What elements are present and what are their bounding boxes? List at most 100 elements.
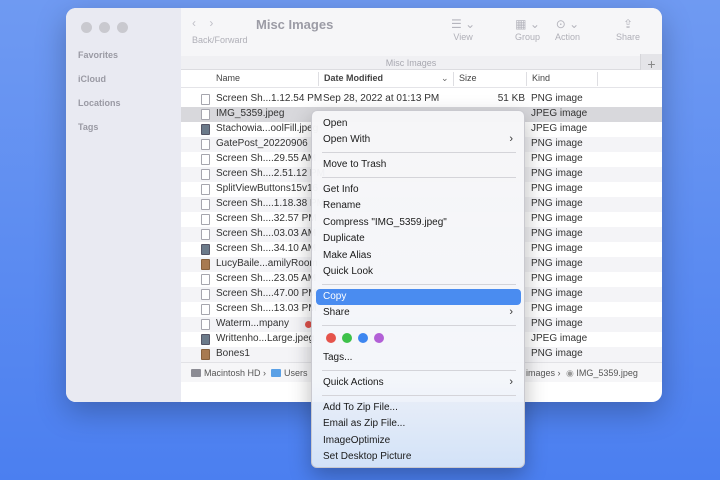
sidebar-section-locations[interactable]: Locations (78, 98, 121, 108)
menu-label: Rename (323, 200, 361, 211)
file-name: Screen Sh....1.18.38 PM (216, 198, 325, 209)
share-icon: ⇪ (622, 17, 634, 31)
file-icon (201, 199, 210, 210)
menu-item-get-info[interactable]: Get Info (316, 182, 521, 198)
sidebar-section-icloud[interactable]: iCloud (78, 74, 106, 84)
sidebar-section-favorites[interactable]: Favorites (78, 50, 118, 60)
tab-misc-images[interactable]: Misc Images (181, 58, 641, 68)
file-icon (201, 124, 210, 135)
menu-item-open[interactable]: Open (316, 116, 521, 132)
action-button[interactable]: ⊙ ⌄ Action (555, 16, 580, 42)
back-forward-label: Back/Forward (192, 35, 248, 45)
menu-separator (322, 152, 516, 153)
menu-item-set-desktop-picture[interactable]: Set Desktop Picture (316, 449, 521, 465)
path-item-users[interactable]: Users (271, 368, 308, 378)
menu-item-make-alias[interactable]: Make Alias (316, 248, 521, 264)
column-divider[interactable] (597, 72, 598, 86)
menu-item-share[interactable]: Share › (316, 305, 521, 321)
file-icon (201, 274, 210, 285)
zoom-button[interactable] (117, 22, 128, 33)
blue-tag-icon[interactable] (358, 333, 368, 343)
column-header-kind[interactable]: Kind (532, 73, 550, 83)
menu-item-compress[interactable]: Compress "IMG_5359.jpeg" (316, 215, 521, 231)
file-date: Sep 28, 2022 at 01:13 PM (323, 93, 440, 104)
folder-icon (271, 369, 281, 377)
menu-label: Open With (323, 134, 371, 145)
column-divider[interactable] (526, 72, 527, 86)
column-divider[interactable] (318, 72, 319, 86)
menu-label: Move to Trash (323, 159, 387, 170)
file-name: Screen Sh....34.10 AM (216, 243, 317, 254)
file-kind: JPEG image (531, 333, 588, 344)
file-icon (201, 94, 210, 105)
chevron-right-icon: › (509, 133, 513, 145)
file-kind: PNG image (531, 93, 583, 104)
file-name: Waterm...mpany (216, 318, 289, 329)
file-icon: ◉ (566, 368, 574, 378)
file-icon (201, 259, 210, 270)
file-kind: PNG image (531, 318, 583, 329)
group-icon: ▦ ⌄ (515, 17, 540, 31)
sidebar-section-tags[interactable]: Tags (78, 122, 98, 132)
share-button[interactable]: ⇪ Share (616, 16, 640, 42)
file-kind: PNG image (531, 183, 583, 194)
path-item-file[interactable]: ◉ IMG_5359.jpeg (566, 368, 638, 379)
file-name: Screen Sh....47.00 PM (216, 288, 317, 299)
file-name: Screen Sh....32.57 PM (216, 213, 317, 224)
minimize-button[interactable] (99, 22, 110, 33)
path-disk-label: Macintosh HD (204, 368, 261, 378)
file-kind: JPEG image (531, 108, 588, 119)
menu-item-email-as-zip[interactable]: Email as Zip File... (316, 416, 521, 432)
column-header-size[interactable]: Size (459, 73, 477, 83)
menu-item-tags[interactable]: Tags... (316, 350, 521, 366)
column-divider[interactable] (453, 72, 454, 86)
file-kind: PNG image (531, 288, 583, 299)
purple-tag-icon[interactable] (374, 333, 384, 343)
column-header-date[interactable]: Date Modified (324, 73, 383, 83)
green-tag-icon[interactable] (342, 333, 352, 343)
close-button[interactable] (81, 22, 92, 33)
menu-item-quick-actions[interactable]: Quick Actions › (316, 375, 521, 391)
menu-label: Set Desktop Picture (323, 451, 412, 462)
file-icon (201, 349, 210, 360)
path-item-disk[interactable]: Macintosh HD › (191, 368, 266, 378)
file-name: Screen Sh....29.55 AM (216, 153, 317, 164)
menu-item-duplicate[interactable]: Duplicate (316, 231, 521, 247)
table-row[interactable]: Screen Sh...1.12.54 PM Sep 28, 2022 at 01… (181, 92, 662, 107)
group-button[interactable]: ▦ ⌄ Group (515, 16, 540, 42)
menu-separator (322, 177, 516, 178)
red-tag-icon[interactable] (326, 333, 336, 343)
view-button[interactable]: ☰ ⌄ View (451, 16, 475, 42)
file-icon (201, 244, 210, 255)
menu-label: Email as Zip File... (323, 418, 406, 429)
file-name: SplitViewButtons15v16 (216, 183, 319, 194)
tag-color-picker (326, 333, 384, 343)
menu-label: Open (323, 118, 348, 129)
menu-item-rename[interactable]: Rename (316, 198, 521, 214)
sort-chevron-icon: ⌄ (441, 73, 449, 83)
file-name: Screen Sh....13.03 PM (216, 303, 317, 314)
file-kind: JPEG image (531, 123, 588, 134)
menu-item-add-to-zip[interactable]: Add To Zip File... (316, 400, 521, 416)
file-icon (201, 109, 210, 120)
menu-item-image-optimize[interactable]: ImageOptimize (316, 433, 521, 449)
file-kind: PNG image (531, 243, 583, 254)
back-forward-buttons[interactable]: ‹ › (192, 16, 213, 30)
menu-label: ImageOptimize (323, 435, 391, 446)
menu-item-open-with[interactable]: Open With › (316, 132, 521, 148)
column-header-name[interactable]: Name (216, 73, 240, 83)
menu-label: Tags... (323, 352, 353, 363)
path-item-folder[interactable]: images › (526, 368, 561, 378)
menu-label: Get Info (323, 184, 359, 195)
file-name: Screen Sh....2.51.12 PM (216, 168, 325, 179)
file-kind: PNG image (531, 138, 583, 149)
list-view-icon: ☰ ⌄ (451, 17, 476, 31)
file-name: Writtenho...Large.jpeg (216, 333, 315, 344)
share-label: Share (616, 32, 641, 42)
menu-item-move-to-trash[interactable]: Move to Trash (316, 157, 521, 173)
sidebar: Favorites iCloud Locations Tags (66, 8, 181, 402)
chevron-right-icon: › (509, 376, 513, 388)
menu-item-copy[interactable]: Copy (316, 289, 521, 305)
disk-icon (191, 369, 201, 377)
menu-item-quick-look[interactable]: Quick Look (316, 264, 521, 280)
